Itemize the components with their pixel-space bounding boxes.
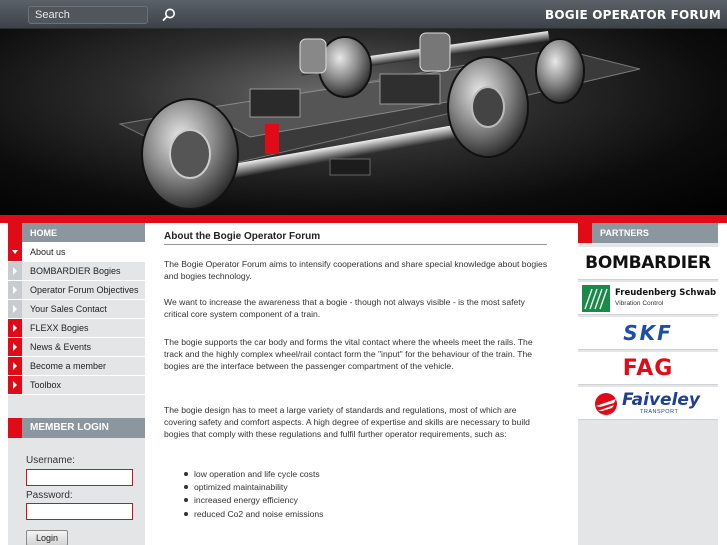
sidebar-item-forum-objectives[interactable]: Operator Forum Objectives: [8, 281, 145, 300]
list-item: increased energy efficiency: [184, 494, 323, 507]
sidebar-item-bombardier-bogies[interactable]: BOMBARDIER Bogies: [8, 262, 145, 281]
chevron-down-icon: [8, 243, 22, 261]
freudenberg-mark-icon: [582, 285, 610, 312]
username-label: Username:: [26, 455, 75, 466]
sidebar-item-flexx-bogies[interactable]: FLEXX Bogies: [8, 319, 145, 338]
chevron-right-icon: [8, 262, 22, 280]
main-content: About the Bogie Operator Forum The Bogie…: [164, 223, 554, 545]
search-input[interactable]: Search: [28, 6, 148, 24]
requirements-list: low operation and life cycle costs optim…: [184, 468, 323, 521]
password-label: Password:: [26, 490, 73, 501]
list-item: low operation and life cycle costs: [184, 468, 323, 481]
nav-home-link[interactable]: HOME: [8, 223, 145, 243]
chevron-right-icon: [8, 300, 22, 318]
sidebar-item-toolbox[interactable]: Toolbox: [8, 376, 145, 395]
faiveley-mark-icon: [595, 393, 617, 415]
site-title: BOGIE OPERATOR FORUM: [545, 8, 721, 22]
sidebar-item-sales-contact[interactable]: Your Sales Contact: [8, 300, 145, 319]
chevron-right-icon: [8, 357, 22, 375]
main-nav: About us BOMBARDIER Bogies Operator Foru…: [8, 243, 145, 395]
header-red-band: [0, 215, 727, 223]
paragraph-awareness: We want to increase the awareness that a…: [164, 297, 525, 320]
password-field[interactable]: [26, 503, 133, 520]
partner-logo-bombardier[interactable]: BOMBARDIER: [578, 247, 718, 280]
chevron-right-icon: [8, 281, 22, 299]
paragraph-intro: The Bogie Operator Forum aims to intensi…: [164, 259, 548, 282]
top-bar: Search BOGIE OPERATOR FORUM: [0, 0, 727, 29]
chevron-right-icon: [8, 376, 22, 394]
sidebar-item-about-us[interactable]: About us: [8, 243, 145, 262]
member-login-header: MEMBER LOGIN: [8, 418, 145, 438]
sidebar-item-become-member[interactable]: Become a member: [8, 357, 145, 376]
hero-bogie-image: [0, 29, 727, 215]
paragraph-design: The bogie design has to meet a large var…: [164, 405, 530, 440]
partner-logo-faiveley[interactable]: Faiveley TRANSPORT: [578, 387, 718, 420]
list-item: reduced Co2 and noise emissions: [184, 508, 323, 521]
login-button[interactable]: Login: [26, 530, 68, 545]
username-field[interactable]: [26, 469, 133, 486]
bogie-illustration: [118, 30, 641, 210]
left-sidebar: HOME About us BOMBARDIER Bogies Operator…: [8, 223, 145, 545]
partner-logo-fag[interactable]: FAG: [578, 352, 718, 385]
partner-logo-skf[interactable]: SKF: [578, 317, 718, 350]
sidebar-item-news-events[interactable]: News & Events: [8, 338, 145, 357]
search-icon[interactable]: [161, 7, 177, 23]
list-item: optimized maintainability: [184, 481, 323, 494]
partners-sidebar: PARTNERS BOMBARDIER Freudenberg Schwab V…: [578, 223, 718, 545]
chevron-right-icon: [8, 319, 22, 337]
partner-logo-freudenberg[interactable]: Freudenberg Schwab Vibration Control: [578, 282, 718, 315]
partners-header: PARTNERS: [578, 223, 718, 243]
chevron-right-icon: [8, 338, 22, 356]
title-divider: [164, 244, 547, 245]
paragraph-bogie-role: The bogie supports the car body and form…: [164, 337, 533, 372]
page-title: About the Bogie Operator Forum: [164, 231, 321, 242]
